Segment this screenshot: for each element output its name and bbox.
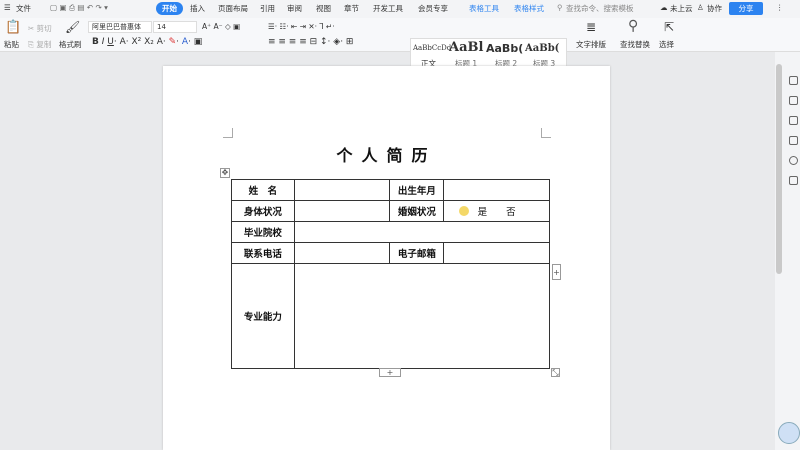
tab-table-tools[interactable]: 表格工具 [469, 3, 499, 14]
cell-label[interactable]: 电子邮箱 [389, 242, 445, 264]
list-tools[interactable]: ☰· ☷· ⇤ ⇥ ✕· Ꞁ ↵· [268, 22, 335, 31]
share-label: 分享 [738, 4, 754, 13]
tab-layout[interactable]: 页面布局 [218, 3, 248, 14]
title-bar: ☰ 文件 ▢ ▣ ⎙ ▤ ↶ ↷ ▾ 开始 插入 页面布局 引用 审阅 视图 章… [0, 0, 800, 18]
tab-insert[interactable]: 插入 [190, 3, 205, 14]
style-h2-preview[interactable]: AaBb( [486, 42, 523, 55]
scrollbar[interactable] [776, 64, 782, 274]
adjust-icon[interactable] [789, 116, 798, 125]
table-row: 身体状况 婚姻状况是 否 [231, 200, 550, 222]
resume-table: 姓 名出生年月 身体状况 婚姻状况是 否 毕业院校 联系电话 电子邮箱 专业能力 [231, 179, 551, 369]
text-layout-icon: ≣ [586, 20, 597, 34]
document-page[interactable]: 个人简历 ✥ 姓 名出生年月 身体状况 婚姻状况是 否 毕业院校 联系电话 电子邮箱… [163, 66, 610, 450]
find-icon: ⚲ [628, 18, 639, 34]
tab-member[interactable]: 会员专享 [418, 3, 448, 14]
location-icon[interactable] [789, 156, 798, 165]
user-icon: ♙ [697, 3, 704, 12]
image-icon[interactable] [789, 136, 798, 145]
cell-label[interactable]: 出生年月 [389, 179, 445, 201]
cut-label: 剪切 [36, 24, 52, 33]
ribbon: 📋 粘贴 ✂ 剪切 ⎘ 复制 🖌 格式刷 阿里巴巴普惠体 14 A⁺ A⁻ ◇ … [0, 18, 800, 68]
document-title: 个人简历 [336, 146, 437, 165]
table-row: 毕业院校 [231, 221, 551, 243]
cell-label[interactable]: 毕业院校 [231, 221, 295, 243]
add-column-button[interactable]: + [552, 264, 561, 280]
text-layout-button[interactable]: 文字排版 [576, 39, 606, 50]
cell-label[interactable]: 姓 名 [231, 179, 295, 201]
cell-value[interactable] [443, 242, 550, 264]
cell-value[interactable] [443, 179, 550, 201]
tab-table-style[interactable]: 表格样式 [514, 3, 544, 14]
select-button[interactable]: 选择 [659, 39, 674, 50]
command-search[interactable]: 查找命令、搜索模板 [566, 3, 634, 14]
size-select[interactable]: 14 [153, 21, 197, 33]
tab-home[interactable]: 开始 [156, 2, 183, 15]
style-normal-preview[interactable]: AaBbCcDd [413, 44, 451, 52]
tab-view[interactable]: 视图 [316, 3, 331, 14]
font-select[interactable]: 阿里巴巴普惠体 [88, 21, 152, 33]
table-row: 专业能力 [231, 263, 551, 369]
cell-value[interactable] [293, 179, 391, 201]
cell-value[interactable] [293, 221, 551, 243]
cell-label[interactable]: 联系电话 [231, 242, 295, 264]
table-move-handle[interactable]: ✥ [220, 168, 230, 178]
cursor-highlight [459, 206, 469, 216]
cloud-status[interactable]: 未上云 [670, 3, 693, 14]
file-menu[interactable]: 文件 [16, 3, 31, 14]
more-icon[interactable]: ⋮ [776, 3, 784, 12]
pointer-icon[interactable] [789, 96, 798, 105]
copy-label: 复制 [36, 40, 52, 49]
cursor-icon: ⇱ [664, 20, 675, 34]
cell-value[interactable] [293, 200, 391, 222]
cloud-icon: ☁ [660, 3, 668, 12]
table-resize-handle[interactable]: ⤡ [551, 368, 560, 377]
font-tools[interactable]: A⁺ A⁻ ◇ ▣ [202, 22, 240, 31]
book-icon[interactable] [789, 176, 798, 185]
margin-mark [541, 128, 551, 138]
style-gallery[interactable]: AaBbCcDd 正文 AaBl 标题 1 AaBb( 标题 2 AaBb( 标… [410, 38, 567, 68]
tab-section[interactable]: 章节 [344, 3, 359, 14]
format-painter-icon: 🖌 [65, 20, 81, 34]
edit-icon[interactable] [789, 76, 798, 85]
cut-button[interactable]: ✂ 剪切 [28, 23, 52, 34]
format-tools[interactable]: B I U· A· X² X₂ A· ✎· A· ▣ [92, 37, 202, 47]
quick-access-icons[interactable]: ▢ ▣ ⎙ ▤ ↶ ↷ ▾ [50, 3, 108, 13]
assistant-icon[interactable] [778, 422, 800, 444]
copy-button[interactable]: ⎘ 复制 [28, 39, 51, 50]
paste-button[interactable]: 粘贴 [4, 39, 19, 50]
table-row: 姓 名 出生年月 [231, 179, 550, 201]
cell-value[interactable] [293, 263, 551, 369]
table-row: 联系电话 电子邮箱 [231, 242, 550, 264]
tab-review[interactable]: 审阅 [287, 3, 302, 14]
tab-developer[interactable]: 开发工具 [373, 3, 403, 14]
style-h3-preview[interactable]: AaBb( [525, 43, 559, 54]
share-button[interactable]: 分享 [729, 2, 763, 15]
cell-value[interactable] [293, 242, 391, 264]
cell-label[interactable]: 专业能力 [231, 263, 295, 369]
menu-icon[interactable]: ☰ [4, 3, 11, 12]
collab-button[interactable]: 协作 [707, 3, 722, 14]
format-painter-button[interactable]: 格式刷 [59, 39, 82, 50]
tab-references[interactable]: 引用 [260, 3, 275, 14]
cell-label[interactable]: 婚姻状况 [389, 200, 445, 222]
paste-icon[interactable]: 📋 [5, 20, 21, 35]
margin-mark [223, 128, 233, 138]
search-icon: ⚲ [557, 3, 563, 12]
style-h1-preview[interactable]: AaBl [449, 40, 483, 55]
find-replace-button[interactable]: 查找替换 [620, 39, 650, 50]
cell-label[interactable]: 身体状况 [231, 200, 295, 222]
align-tools[interactable]: ≡ ≡ ≡ ≡ ⊟ ↕· ◈· ⊞ [268, 37, 353, 47]
add-row-button[interactable]: + [379, 368, 401, 377]
